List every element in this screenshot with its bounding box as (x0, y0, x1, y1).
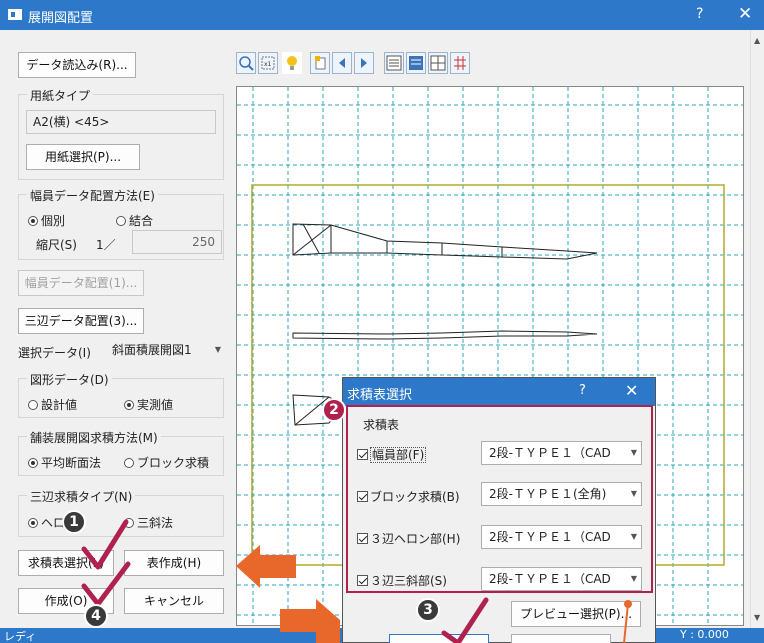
select-data-label: 選択データ(I) (18, 346, 91, 360)
radio-on-icon (28, 518, 38, 528)
step-badge-2: 2 (322, 398, 346, 422)
dialog-close-button[interactable]: ✕ (625, 381, 638, 400)
width-place-button[interactable]: 幅員データ配置(1)... (18, 270, 144, 296)
radio-off-icon (124, 458, 134, 468)
pave-method-label: 舗装展開図求積方法(M) (27, 429, 161, 446)
scale-label: 縮尺(S) (36, 238, 77, 252)
bulb-icon[interactable] (282, 52, 302, 74)
dialog-cancel-button[interactable] (511, 634, 611, 643)
paper-type-label: 用紙タイプ (27, 87, 94, 104)
list-up-icon[interactable] (384, 52, 404, 74)
radio-off-icon (124, 518, 134, 528)
scroll-down-icon[interactable]: ▼ (754, 613, 760, 622)
table-select-button[interactable]: 求積表選択(L) (18, 550, 114, 576)
radio-block-label: ブロック求積 (137, 456, 210, 470)
select-data-dropdown[interactable]: 斜面積展開図1 ▼ (104, 338, 226, 362)
layout-icon[interactable] (428, 52, 448, 74)
radio-on-icon (28, 458, 38, 468)
status-text: レディ (4, 630, 37, 643)
scale-one: 1／ (96, 238, 116, 252)
arrow-left-icon[interactable] (332, 52, 352, 74)
dialog-ok-button[interactable] (389, 634, 489, 643)
figure-data-label: 図形データ(D) (27, 371, 112, 388)
width-method-label: 幅員データ配置方法(E) (27, 187, 158, 204)
radio-design-label: 設計値 (41, 398, 78, 412)
zoom-icon[interactable] (236, 52, 256, 74)
radio-average[interactable]: 平均断面法 (28, 454, 101, 471)
window-title: 展開図配置 (28, 11, 94, 26)
radio-actual[interactable]: 実測値 (124, 396, 173, 413)
paper-select-button[interactable]: 用紙選択(P)... (26, 144, 140, 170)
dialog-help-button[interactable]: ? (579, 383, 586, 398)
radio-average-label: 平均断面法 (41, 456, 102, 470)
y-coordinate: Y : 0.000 (680, 628, 729, 641)
grid-icon[interactable] (450, 52, 470, 74)
chevron-down-icon: ▼ (212, 339, 221, 361)
radio-design[interactable]: 設計値 (28, 396, 77, 413)
radio-block[interactable]: ブロック求積 (124, 454, 209, 471)
vertical-scrollbar[interactable]: ▲ ▼ (750, 30, 764, 628)
step-badge-4: 4 (84, 604, 108, 628)
zoom-x1-icon[interactable]: x1 (258, 52, 278, 74)
radio-sanshahou[interactable]: 三斜法 (124, 514, 173, 531)
step-badge-1: 1 (62, 510, 86, 534)
radio-actual-label: 実測値 (137, 398, 174, 412)
tri-type-label: 三辺求積タイプ(N) (27, 488, 136, 505)
three-side-button[interactable]: 三辺データ配置(3)... (18, 308, 144, 334)
window-titlebar: 展開図配置 ? ✕ (0, 0, 764, 30)
radio-on-icon (28, 216, 38, 226)
radio-off-icon (28, 400, 38, 410)
radio-off-icon (116, 216, 126, 226)
dialog-title: 求積表選択 (347, 388, 413, 403)
arrow-right-icon[interactable] (354, 52, 374, 74)
help-button[interactable]: ? (696, 6, 703, 22)
radio-combine[interactable]: 結合 (116, 212, 153, 229)
radio-individual[interactable]: 個別 (28, 212, 65, 229)
dialog-titlebar: 求積表選択 ? ✕ (343, 378, 655, 406)
highlight-box (346, 405, 653, 593)
cancel-button[interactable]: キャンセル (124, 588, 224, 614)
radio-heron[interactable]: ヘロ (28, 514, 65, 531)
list-blue-icon[interactable] (406, 52, 426, 74)
radio-sanshahou-label: 三斜法 (137, 516, 174, 530)
data-read-button[interactable]: データ読込み(R)... (18, 52, 136, 78)
preview-select-button[interactable]: プレビュー選択(P)... (511, 601, 641, 627)
paper-type-field: A2(横) <45> (26, 110, 216, 134)
paste-icon[interactable] (310, 52, 330, 74)
toolbar: x1 (236, 52, 576, 80)
svg-text:x1: x1 (264, 61, 272, 68)
step-badge-3: 3 (416, 598, 440, 622)
scale-input[interactable]: 250 (132, 230, 222, 254)
radio-individual-label: 個別 (41, 214, 66, 228)
app-icon (8, 9, 22, 20)
scroll-up-icon[interactable]: ▲ (754, 36, 760, 45)
radio-on-icon (124, 400, 134, 410)
select-data-value: 斜面積展開図1 (112, 343, 192, 357)
close-button[interactable]: ✕ (738, 4, 752, 24)
radio-combine-label: 結合 (129, 214, 154, 228)
table-make-button[interactable]: 表作成(H) (124, 550, 224, 576)
